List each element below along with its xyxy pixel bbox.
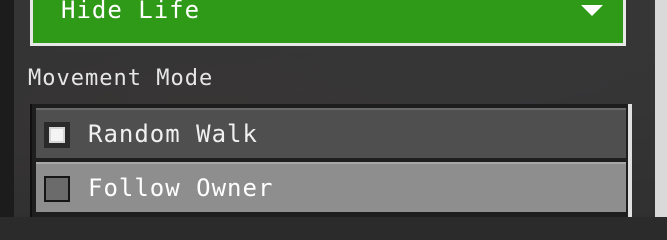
life-mode-dropdown[interactable]: Hide Life [30,0,626,46]
screen-edge-right [655,0,667,217]
list-scrollbar[interactable] [628,104,632,217]
option-label: Follow Owner [88,174,274,202]
settings-panel: Hide Life Movement Mode Random Walk Foll… [14,0,655,217]
checkbox-checked-icon[interactable] [44,122,70,148]
screen-edge-left [0,0,14,217]
caret-down-icon [581,5,603,16]
option-follow-owner[interactable]: Follow Owner [36,162,626,212]
dropdown-selected-value: Hide Life [61,0,201,24]
movement-mode-list: Random Walk Follow Owner [30,104,632,217]
option-label: Random Walk [88,120,258,148]
checkbox-unchecked-icon[interactable] [44,176,70,202]
movement-mode-label: Movement Mode [28,66,214,91]
option-random-walk[interactable]: Random Walk [36,108,626,158]
